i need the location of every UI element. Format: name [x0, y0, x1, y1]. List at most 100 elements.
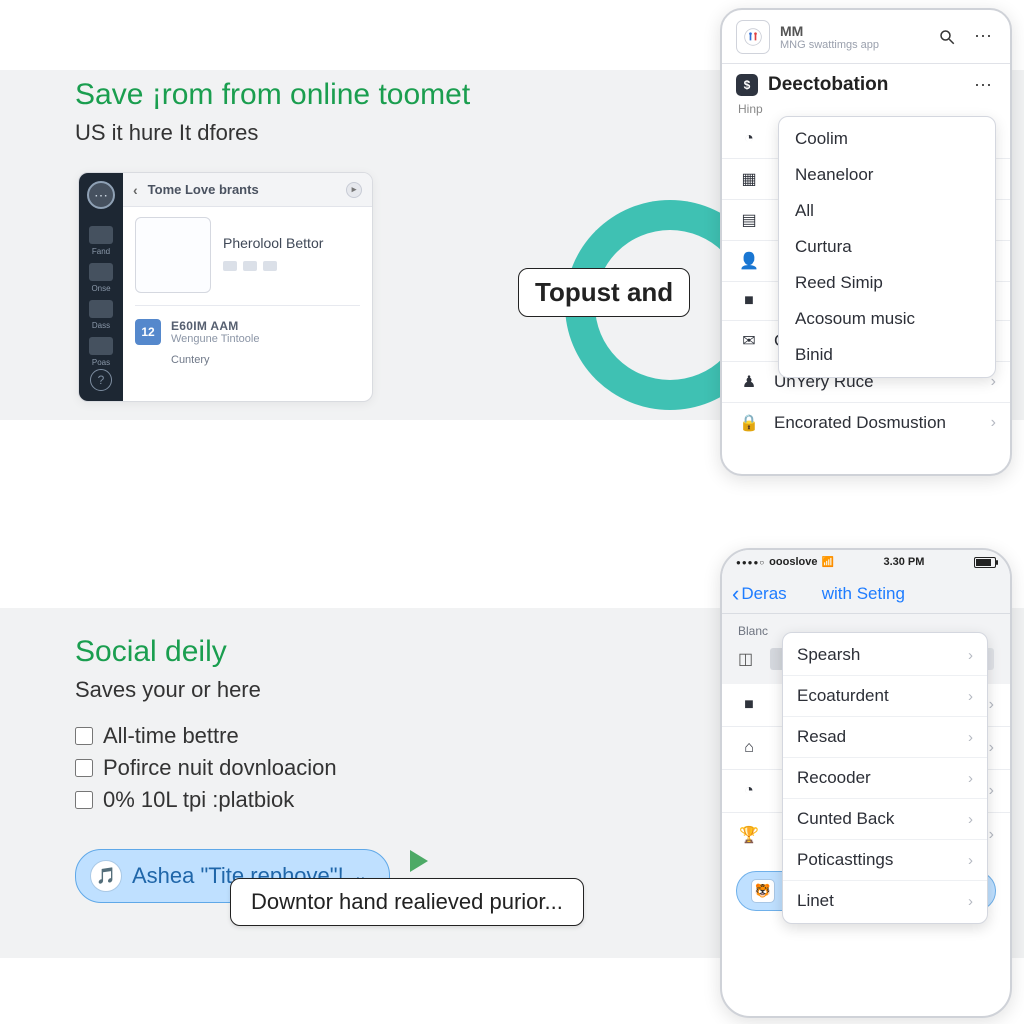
mini-item-sub: Wengune Tintoole: [171, 333, 259, 345]
section-1-sub: US it hure It dfores: [75, 120, 595, 146]
chevron-right-icon: ›: [968, 811, 973, 828]
chevron-right-icon: ›: [968, 688, 973, 705]
mini-title-action-icon[interactable]: ▸: [346, 182, 362, 198]
phone2-title: with Seting: [793, 584, 934, 604]
chevron-right-icon: ›: [989, 739, 994, 757]
help-icon[interactable]: ?: [90, 369, 112, 391]
checklist-item[interactable]: All-time bettre: [75, 723, 595, 749]
checklist-item[interactable]: 0% 10L tpi :platbiok: [75, 787, 595, 813]
mini-app-sidebar: Fand Onse Dass Poas ?: [79, 173, 123, 401]
more-icon[interactable]: ⋯: [970, 24, 996, 50]
mini-sidebar-icon[interactable]: [89, 300, 113, 318]
app-icon[interactable]: [736, 20, 770, 54]
phone2-navbar: ‹Deras with Seting: [722, 574, 1010, 614]
chevron-right-icon: ›: [968, 729, 973, 746]
dropdown-item[interactable]: Cunted Back›: [783, 798, 987, 839]
phone1-section-header: $ Deectobation ⋯: [722, 64, 1010, 98]
phone1-app-title: MM: [780, 23, 879, 39]
person-icon: 👤: [738, 251, 760, 271]
mini-thumbnail[interactable]: [135, 217, 211, 293]
checklist-label: All-time bettre: [103, 723, 239, 749]
bolt-icon: ■: [738, 292, 760, 310]
mini-app-titlebar: ‹ Tome Love brants ▸: [123, 173, 372, 207]
mini-item-title: E60IM AAM: [171, 319, 259, 333]
mini-app-window: Fand Onse Dass Poas ? ‹ Tome Love brants…: [78, 172, 373, 402]
checklist-label: 0% 10L tpi :platbiok: [103, 787, 294, 813]
clock-icon: ◔: [738, 130, 760, 148]
dropdown-item[interactable]: Binid: [779, 337, 995, 373]
more-icon[interactable]: ⋯: [970, 72, 996, 98]
section-2-heading: Social deily: [75, 635, 595, 669]
mini-playback-controls[interactable]: [223, 261, 323, 271]
play-icon[interactable]: [410, 850, 428, 872]
chevron-right-icon: ›: [991, 414, 996, 432]
mini-card-label: Pherolool Bettor: [223, 235, 323, 251]
signal-icon: [736, 556, 765, 568]
mail-icon: ✉: [738, 331, 760, 351]
pill-icon: 🐯: [751, 879, 775, 903]
phone1-section-title: Deectobation: [768, 74, 888, 96]
dropdown-item[interactable]: All: [779, 193, 995, 229]
mini-sidebar-icon[interactable]: [89, 226, 113, 244]
list-item-label: Encorated Dosmustion: [774, 413, 977, 433]
search-icon[interactable]: [934, 24, 960, 50]
dropdown-item[interactable]: Resad›: [783, 716, 987, 757]
carrier-label: oooslove: [769, 556, 817, 568]
phone1-app-sub: MNG swattimgs app: [780, 39, 879, 51]
dropdown-item[interactable]: Neaneloor: [779, 157, 995, 193]
section-2-checklist: All-time bettre Pofirce nuit dovnloacion…: [75, 723, 595, 813]
list-item[interactable]: 🔒 Encorated Dosmustion ›: [722, 402, 1010, 443]
back-button[interactable]: ‹Deras: [732, 583, 787, 605]
back-label: Deras: [741, 584, 786, 604]
section-1-heading: Save ¡rom from online toomet: [75, 78, 595, 112]
section-2-sub: Saves your or here: [75, 677, 595, 703]
trophy-icon: ♟: [738, 372, 760, 392]
wifi-icon: [821, 556, 833, 568]
clock-icon: ◔: [738, 782, 760, 800]
section-2: Social deily Saves your or here All-time…: [75, 635, 595, 903]
tooltip-text: Downtor hand realieved purior...: [251, 889, 563, 914]
chevron-right-icon: ›: [968, 647, 973, 664]
checklist-item[interactable]: Pofirce nuit dovnloacion: [75, 755, 595, 781]
pill-icon: 🎵: [90, 860, 122, 892]
back-icon[interactable]: ‹: [133, 182, 138, 198]
checkbox[interactable]: [75, 727, 93, 745]
dropdown-item[interactable]: Curtura: [779, 229, 995, 265]
checkbox[interactable]: [75, 791, 93, 809]
phone-bottom: oooslove 3.30 PM ‹Deras with Seting Blan…: [720, 548, 1012, 1018]
mini-list-item[interactable]: 12 E60IM AAM Wengune Tintoole: [135, 314, 360, 350]
bolt-icon: ■: [738, 696, 760, 714]
grid-icon: ▤: [738, 210, 760, 230]
mini-sidebar-icon[interactable]: [89, 263, 113, 281]
trophy-icon: 🏆: [738, 825, 760, 845]
gear-icon: ▦: [738, 169, 760, 189]
status-time: 3.30 PM: [883, 556, 924, 568]
phone2-dropdown[interactable]: Spearsh› Ecoaturdent› Resad› Recooder› C…: [782, 632, 988, 924]
dropdown-item[interactable]: Linet›: [783, 880, 987, 921]
chart-icon: ◫: [738, 649, 758, 669]
mini-sidebar-icon[interactable]: [89, 337, 113, 355]
chevron-right-icon: ›: [989, 826, 994, 844]
dropdown-item[interactable]: Coolim: [779, 121, 995, 157]
dollar-badge-icon: $: [736, 74, 758, 96]
checkbox[interactable]: [75, 759, 93, 777]
center-tag-label: Topust and: [518, 268, 690, 317]
dropdown-item[interactable]: Ecoaturdent›: [783, 675, 987, 716]
checklist-label: Pofirce nuit dovnloacion: [103, 755, 337, 781]
chevron-right-icon: ›: [968, 893, 973, 910]
chevron-right-icon: ›: [989, 696, 994, 714]
mini-app-avatar-icon[interactable]: [87, 181, 115, 209]
dropdown-item[interactable]: Reed Simip: [779, 265, 995, 301]
home-icon: ⌂: [738, 739, 760, 757]
dropdown-item[interactable]: Acosoum music: [779, 301, 995, 337]
mini-item-title-2: Cuntery: [171, 354, 360, 366]
phone1-header: MM MNG swattimgs app ⋯: [722, 10, 1010, 64]
dropdown-item[interactable]: Poticasttings›: [783, 839, 987, 880]
mini-app-title: Tome Love brants: [148, 182, 259, 197]
battery-icon: [974, 557, 996, 568]
phone-top: MM MNG swattimgs app ⋯ $ Deectobation ⋯ …: [720, 8, 1012, 476]
phone1-dropdown[interactable]: Coolim Neaneloor All Curtura Reed Simip …: [778, 116, 996, 378]
phone2-statusbar: oooslove 3.30 PM: [722, 550, 1010, 574]
dropdown-item[interactable]: Recooder›: [783, 757, 987, 798]
dropdown-item[interactable]: Spearsh›: [783, 635, 987, 675]
